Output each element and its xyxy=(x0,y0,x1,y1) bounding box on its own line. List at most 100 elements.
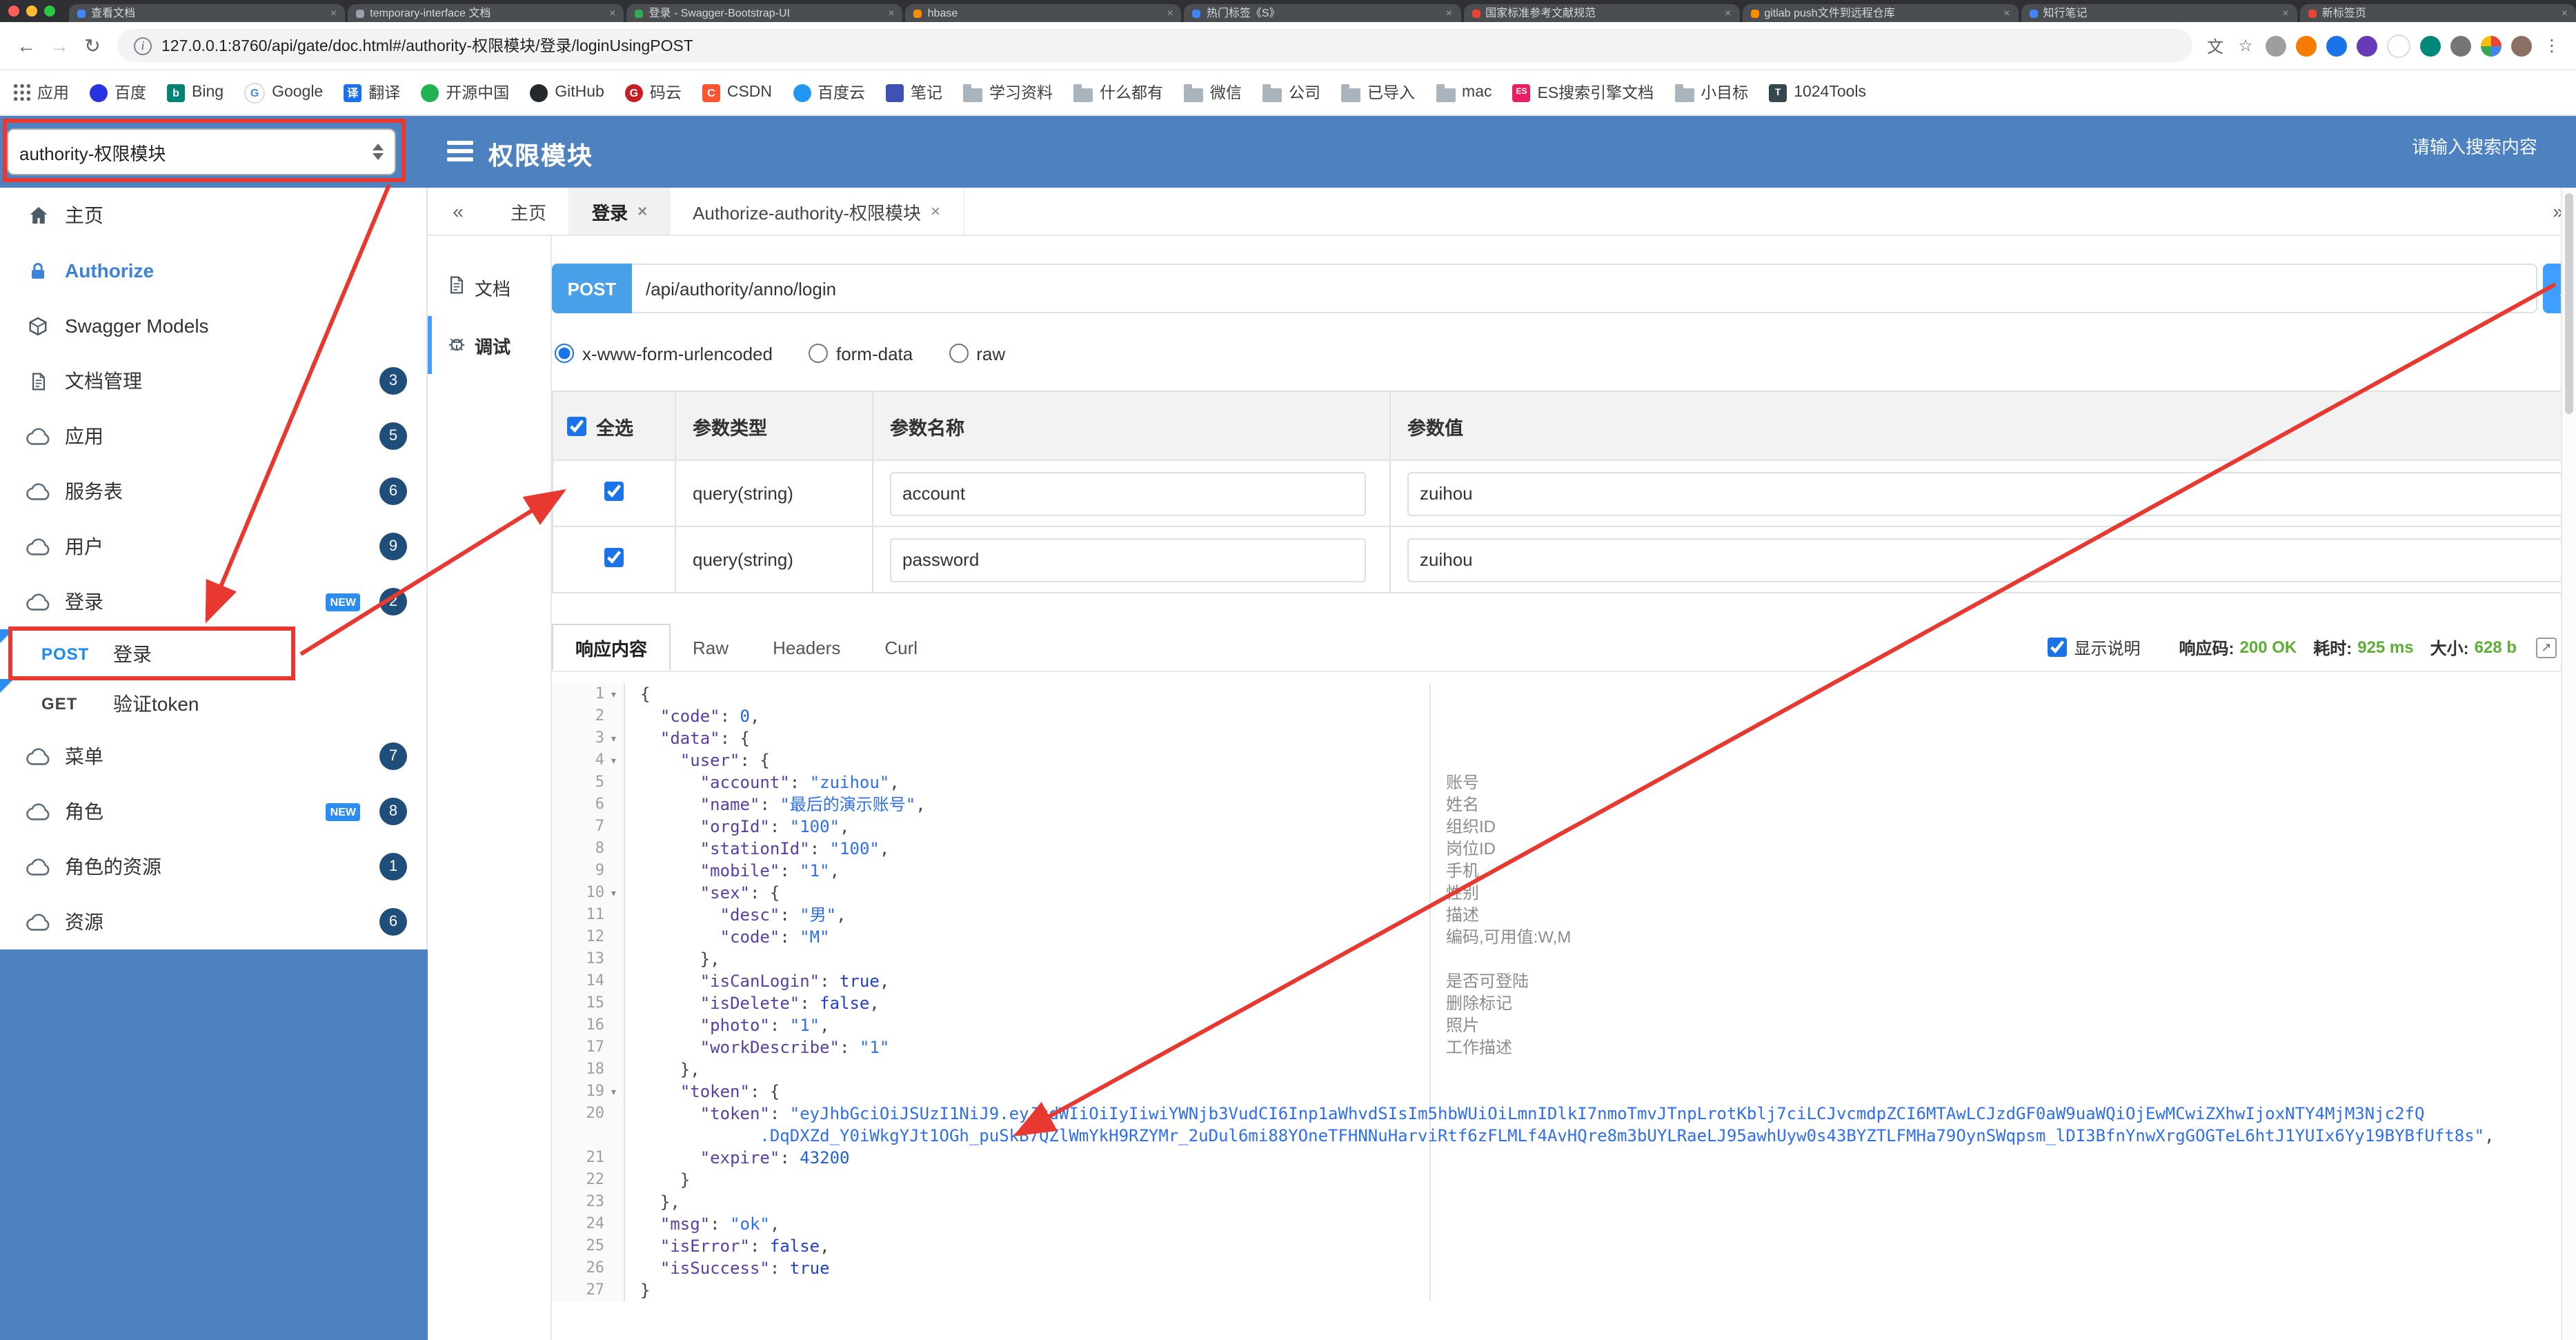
browser-tab[interactable]: 查看文档 × xyxy=(69,4,346,22)
response-tab[interactable]: Raw xyxy=(671,624,751,671)
extension-icon[interactable] xyxy=(2450,35,2471,56)
bookmark-item[interactable]: 小目标 xyxy=(1674,81,1748,104)
browser-tab[interactable]: 国家标准参考文献规范 × xyxy=(1463,4,1740,22)
select-all-checkbox[interactable] xyxy=(567,416,586,435)
bookmark-item[interactable]: 开源中国 xyxy=(421,81,509,104)
zoom-window-icon[interactable] xyxy=(44,6,55,17)
browser-tab[interactable]: hbase × xyxy=(905,4,1182,22)
search-input[interactable] xyxy=(2231,135,2540,159)
tab-close-icon[interactable]: × xyxy=(2282,7,2288,19)
extension-icon[interactable] xyxy=(2420,35,2441,56)
fold-toggle-icon[interactable]: ▾ xyxy=(610,883,617,905)
content-type-radio[interactable]: form-data xyxy=(808,343,913,364)
param-value-input[interactable] xyxy=(1407,538,2566,582)
content-tab[interactable]: 登录 × xyxy=(570,188,671,235)
fold-toggle-icon[interactable]: ▾ xyxy=(610,684,617,707)
browser-tab[interactable]: 热门标签《S》 × xyxy=(1184,4,1461,22)
show-description-toggle[interactable]: 显示说明 xyxy=(2048,635,2141,659)
tab-close-icon[interactable]: × xyxy=(330,7,337,19)
scrollbar[interactable] xyxy=(2561,188,2576,1340)
tab-close-icon[interactable]: × xyxy=(1725,7,1731,19)
bookmark-item[interactable]: 百度 xyxy=(90,81,146,104)
sidebar-item[interactable]: Authorize xyxy=(0,243,426,298)
sidebar-item[interactable]: Swagger Models xyxy=(0,298,426,353)
content-tab[interactable]: 主页 xyxy=(488,188,571,235)
sidebar-item[interactable]: 用户 9 xyxy=(0,519,426,574)
tab-close-icon[interactable]: × xyxy=(888,7,894,19)
translate-icon[interactable]: 文 xyxy=(2205,35,2226,56)
close-window-icon[interactable] xyxy=(8,6,19,17)
browser-tab[interactable]: temporary-interface 文档 × xyxy=(348,4,624,22)
tab-close-icon[interactable]: × xyxy=(609,7,615,19)
bookmark-item[interactable]: 笔记 xyxy=(886,81,942,104)
minimize-window-icon[interactable] xyxy=(26,6,37,17)
fold-toggle-icon[interactable]: ▾ xyxy=(610,1082,617,1104)
bookmark-item[interactable]: C CSDN xyxy=(702,83,772,101)
extension-icon[interactable] xyxy=(2357,35,2377,56)
sidebar-endpoint-get[interactable]: GET 验证token xyxy=(0,679,426,729)
reload-icon[interactable]: ↻ xyxy=(80,34,105,57)
bookmark-item[interactable]: b Bing xyxy=(167,83,224,101)
content-tab[interactable]: Authorize-authority-权限模块 × xyxy=(671,188,964,235)
bookmark-item[interactable]: T 1024Tools xyxy=(1769,83,1866,101)
back-icon[interactable]: ← xyxy=(14,34,39,57)
fold-toggle-icon[interactable]: ▾ xyxy=(610,751,617,773)
extension-icon[interactable] xyxy=(2266,35,2286,56)
window-controls[interactable] xyxy=(8,0,55,22)
browser-tab[interactable]: 新标签页 × xyxy=(2299,4,2576,22)
bookmark-item[interactable]: 微信 xyxy=(1184,81,1242,104)
bookmark-star-icon[interactable]: ☆ xyxy=(2235,35,2256,56)
tab-close-icon[interactable]: × xyxy=(637,201,647,221)
response-tab[interactable]: Curl xyxy=(862,624,940,671)
bookmark-item[interactable]: mac xyxy=(1436,83,1492,101)
rail-tab-debug[interactable]: 调试 xyxy=(428,316,551,374)
tab-close-icon[interactable]: × xyxy=(2562,7,2568,19)
page-info-icon[interactable]: i xyxy=(134,37,152,55)
expand-icon[interactable]: ↗ xyxy=(2536,637,2557,658)
bookmark-item[interactable]: G Google xyxy=(244,82,323,103)
sidebar-item[interactable]: 菜单 7 xyxy=(0,729,426,784)
module-select[interactable]: authority-权限模块 xyxy=(7,128,396,175)
bookmark-item[interactable]: 学习资料 xyxy=(963,81,1053,104)
bookmark-item[interactable]: 应用 xyxy=(14,81,69,104)
tab-close-icon[interactable]: × xyxy=(1167,7,1173,19)
content-type-radio[interactable]: raw xyxy=(949,343,1005,364)
select-all-toggle[interactable]: 全选 xyxy=(553,412,673,440)
hamburger-icon[interactable] xyxy=(447,141,473,166)
show-description-checkbox[interactable] xyxy=(2048,638,2068,657)
radio-button[interactable] xyxy=(808,344,828,363)
response-tab[interactable]: Headers xyxy=(751,624,862,671)
bookmark-item[interactable]: ES ES搜索引擎文档 xyxy=(1512,81,1654,104)
param-checkbox[interactable] xyxy=(604,482,623,501)
extension-icon[interactable] xyxy=(2387,34,2410,57)
browser-tab[interactable]: 知行笔记 × xyxy=(2021,4,2297,22)
param-name-input[interactable] xyxy=(890,471,1366,515)
tab-close-icon[interactable]: × xyxy=(1446,7,1452,19)
bookmark-item[interactable]: 已导入 xyxy=(1341,81,1415,104)
radio-button[interactable] xyxy=(949,344,969,363)
browser-tab[interactable]: gitlab push文件到远程仓库 × xyxy=(1742,4,2019,22)
bookmark-item[interactable]: 译翻译 xyxy=(344,81,400,104)
sidebar-item[interactable]: 主页 xyxy=(0,188,426,243)
url-bar[interactable]: i 127.0.0.1:8760/api/gate/doc.html#/auth… xyxy=(117,29,2192,62)
browser-menu-icon[interactable]: ⋮ xyxy=(2542,35,2562,56)
api-path-input[interactable] xyxy=(632,264,2537,313)
browser-tab[interactable]: 登录 - Swagger-Bootstrap-UI × xyxy=(626,4,903,22)
bookmark-item[interactable]: 公司 xyxy=(1262,81,1320,104)
tab-close-icon[interactable]: × xyxy=(931,201,940,221)
content-type-radio[interactable]: x-www-form-urlencoded xyxy=(555,343,773,364)
response-tab[interactable]: 响应内容 xyxy=(552,624,671,671)
bookmark-item[interactable]: 百度云 xyxy=(793,81,865,104)
sidebar-item[interactable]: 资源 6 xyxy=(0,894,426,949)
param-value-input[interactable] xyxy=(1407,471,2566,515)
sidebar-endpoint-post[interactable]: POST 登录 xyxy=(0,629,426,679)
profile-avatar[interactable] xyxy=(2511,35,2532,56)
bookmark-item[interactable]: G 码云 xyxy=(624,81,682,104)
sidebar-item[interactable]: 服务表 6 xyxy=(0,464,426,519)
tab-close-icon[interactable]: × xyxy=(2003,7,2010,19)
sidebar-item[interactable]: 角色的资源 1 xyxy=(0,839,426,894)
sidebar-item[interactable]: 角色 NEW 8 xyxy=(0,784,426,839)
bookmark-item[interactable]: 什么都有 xyxy=(1073,81,1163,104)
forward-icon[interactable]: → xyxy=(47,34,72,57)
fold-toggle-icon[interactable]: ▾ xyxy=(610,729,617,751)
